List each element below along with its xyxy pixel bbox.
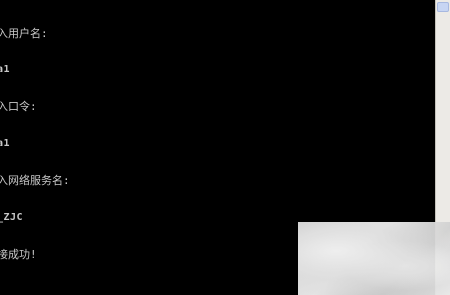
prompt-password-line: 入口令: xyxy=(0,100,37,114)
scrollbar-thumb[interactable] xyxy=(437,2,449,12)
command-prompt-window: 入用户名: a1 入口令: a1 入网络服务名: _ZJC 接成功! xyxy=(0,0,450,295)
watermark-blur xyxy=(298,222,450,295)
username-value-line: a1 xyxy=(0,64,11,76)
password-value-line: a1 xyxy=(0,138,11,150)
prompt-service-line: 入网络服务名: xyxy=(0,174,70,188)
prompt-username-line: 入用户名: xyxy=(0,26,48,40)
